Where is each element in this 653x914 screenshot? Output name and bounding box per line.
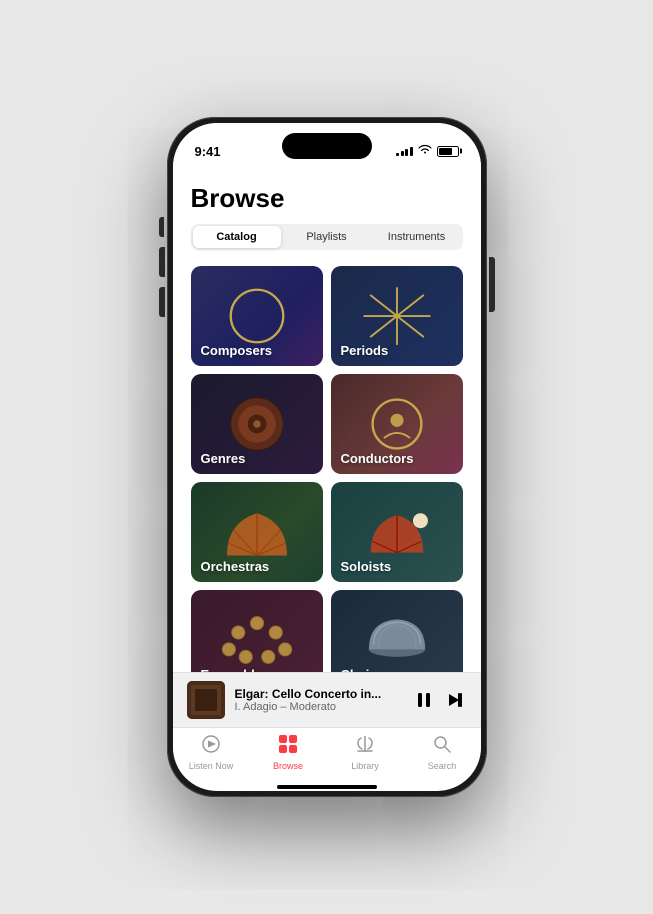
tab-bar: Listen Now Browse (173, 727, 481, 781)
grid-item-choirs[interactable]: Choirs (331, 590, 463, 672)
wifi-icon (418, 144, 432, 158)
signal-icon (396, 146, 413, 156)
grid-item-periods[interactable]: Periods (331, 266, 463, 366)
tab-playlists[interactable]: Playlists (283, 226, 371, 248)
main-content: Browse Catalog Playlists Instruments Com… (173, 171, 481, 672)
grid-item-conductors[interactable]: Conductors (331, 374, 463, 474)
dynamic-island (282, 133, 372, 159)
grid-label-soloists: Soloists (341, 559, 392, 574)
tab-catalog[interactable]: Catalog (193, 226, 281, 248)
mini-player[interactable]: Elgar: Cello Concerto in... I. Adagio – … (173, 672, 481, 727)
tab-label-browse: Browse (273, 761, 303, 771)
mini-player-info: Elgar: Cello Concerto in... I. Adagio – … (235, 687, 405, 713)
tab-label-search: Search (428, 761, 457, 771)
tab-search[interactable]: Search (404, 734, 481, 771)
tab-label-library: Library (351, 761, 379, 771)
mini-player-artwork (187, 681, 225, 719)
library-icon (355, 734, 375, 759)
grid-item-soloists[interactable]: Soloists (331, 482, 463, 582)
browse-header: Browse Catalog Playlists Instruments (173, 171, 481, 258)
grid-label-composers: Composers (201, 343, 273, 358)
grid-label-orchestras: Orchestras (201, 559, 270, 574)
phone-frame: 9:41 (167, 117, 487, 797)
status-icons (396, 144, 459, 158)
mini-player-title: Elgar: Cello Concerto in... (235, 687, 405, 701)
volume-down-button[interactable] (159, 287, 165, 317)
tab-library[interactable]: Library (327, 734, 404, 771)
grid-label-genres: Genres (201, 451, 246, 466)
grid-item-ensembles[interactable]: Ensembles (191, 590, 323, 672)
grid-item-orchestras[interactable]: Orchestras (191, 482, 323, 582)
skip-forward-button[interactable] (447, 691, 467, 709)
pause-button[interactable] (415, 691, 433, 709)
grid-label-conductors: Conductors (341, 451, 414, 466)
tab-listen-now[interactable]: Listen Now (173, 734, 250, 771)
segment-control: Catalog Playlists Instruments (191, 224, 463, 250)
search-icon (432, 734, 452, 759)
silent-switch[interactable] (159, 217, 164, 237)
page-title: Browse (191, 183, 463, 214)
grid-item-composers[interactable]: Composers (191, 266, 323, 366)
home-indicator (277, 785, 377, 789)
grid-label-ensembles: Ensembles (201, 667, 270, 672)
battery-icon (437, 146, 459, 157)
tab-label-listen-now: Listen Now (189, 761, 234, 771)
tab-instruments[interactable]: Instruments (373, 226, 461, 248)
volume-up-button[interactable] (159, 247, 165, 277)
grid-item-genres[interactable]: Genres (191, 374, 323, 474)
browse-grid: Composers Periods (173, 258, 481, 672)
grid-label-periods: Periods (341, 343, 389, 358)
mini-player-controls (415, 691, 467, 709)
browse-icon (278, 734, 298, 759)
status-time: 9:41 (195, 144, 221, 159)
power-button[interactable] (489, 257, 495, 312)
mini-player-subtitle: I. Adagio – Moderato (235, 701, 405, 713)
listen-now-icon (201, 734, 221, 759)
tab-browse[interactable]: Browse (250, 734, 327, 771)
grid-label-choirs: Choirs (341, 667, 382, 672)
phone-screen: 9:41 (173, 123, 481, 791)
